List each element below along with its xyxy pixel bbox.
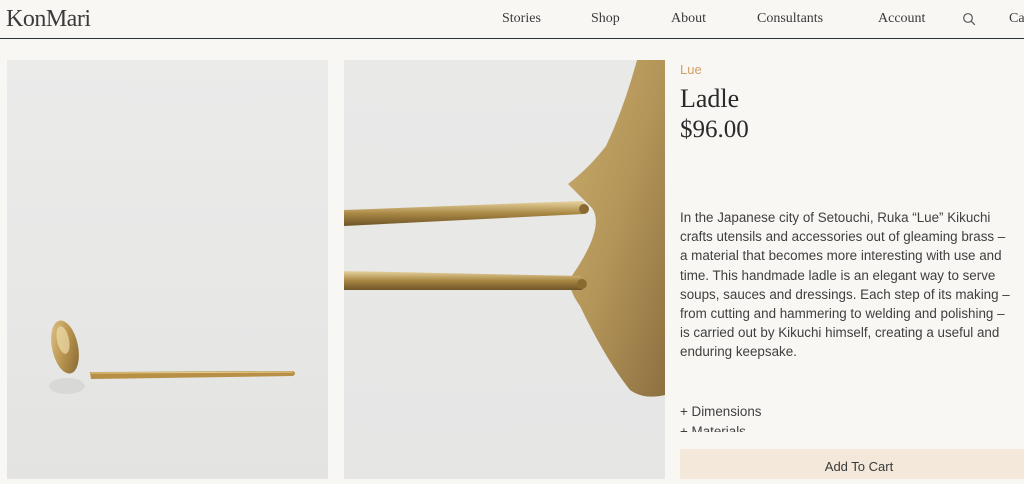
product-accordion: + Dimensions + Materials xyxy=(680,402,1010,432)
nav-consultants[interactable]: Consultants xyxy=(757,11,823,27)
product-title: Ladle xyxy=(680,84,740,113)
search-icon[interactable] xyxy=(962,12,976,26)
product-image-detail[interactable] xyxy=(344,60,665,479)
add-to-cart-button[interactable]: Add To Cart xyxy=(680,449,1024,479)
nav-cart[interactable]: Ca xyxy=(1009,11,1024,27)
main-nav: Stories Shop About Consultants Account xyxy=(0,11,1024,31)
site-header: KonMari Stories Shop About Consultants A… xyxy=(0,0,1024,39)
accordion-materials[interactable]: + Materials xyxy=(680,422,1010,432)
product-description: In the Japanese city of Setouchi, Ruka “… xyxy=(680,210,1010,360)
nav-about[interactable]: About xyxy=(671,11,706,27)
nav-stories[interactable]: Stories xyxy=(502,11,541,27)
nav-account[interactable]: Account xyxy=(878,11,925,27)
accordion-dimensions[interactable]: + Dimensions xyxy=(680,402,1010,422)
nav-shop[interactable]: Shop xyxy=(591,11,620,27)
product-brand[interactable]: Lue xyxy=(680,62,702,77)
product-image-main[interactable] xyxy=(7,60,328,479)
product-price: $96.00 xyxy=(680,116,749,143)
